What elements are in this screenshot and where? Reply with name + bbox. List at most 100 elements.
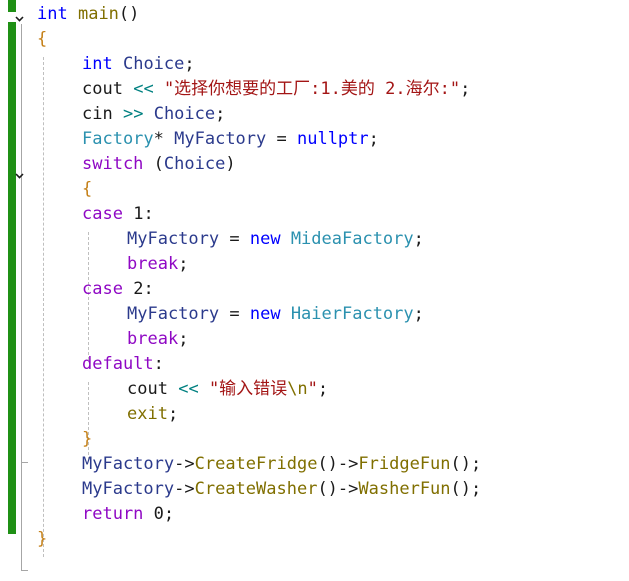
code-token: MyFactory (127, 229, 220, 249)
code-token: MyFactory (127, 304, 220, 324)
code-token: = (219, 229, 250, 249)
change-bar-main (8, 22, 16, 534)
code-line[interactable]: Factory* MyFactory = nullptr; (82, 127, 379, 152)
code-token: ; (184, 54, 195, 74)
code-line[interactable]: MyFactory = new MideaFactory; (127, 227, 424, 252)
collapse-chevron-switch[interactable] (13, 169, 26, 182)
code-token: ( (153, 154, 164, 174)
code-token: () (450, 454, 472, 474)
code-line[interactable]: { (37, 27, 47, 52)
code-line[interactable]: return 0; (82, 502, 174, 527)
code-token: ) (225, 154, 236, 174)
code-token: int (37, 4, 68, 24)
code-token: ; (413, 229, 424, 249)
code-token: -> (174, 479, 195, 499)
change-bar-top (8, 0, 16, 12)
code-token: Factory (82, 129, 154, 149)
code-token: default (82, 354, 154, 374)
code-token: = (219, 304, 250, 324)
code-line[interactable]: MyFactory = new HaierFactory; (127, 302, 424, 327)
code-token: case (82, 204, 123, 224)
code-token: ; (178, 254, 189, 274)
code-token: } (82, 429, 93, 449)
code-line[interactable]: MyFactory->CreateFridge()->FridgeFun(); (82, 452, 481, 477)
code-token: () (118, 4, 140, 24)
code-token: CreateFridge (194, 454, 318, 474)
code-token: cout (82, 79, 123, 99)
code-line[interactable]: default: (82, 352, 164, 377)
code-token: ; (215, 104, 226, 124)
code-token: ; (163, 504, 175, 524)
code-token: << (178, 379, 199, 399)
code-line[interactable]: } (37, 527, 47, 552)
code-token: \n (287, 379, 308, 399)
code-line[interactable]: exit; (127, 402, 178, 427)
code-token: () (317, 479, 338, 499)
code-token: WasherFun (358, 479, 451, 499)
code-token: ; (460, 79, 471, 99)
code-line[interactable]: cin >> Choice; (82, 102, 225, 127)
code-line[interactable]: switch (Choice) (82, 152, 236, 177)
code-line[interactable]: cout << "输入错误\n"; (127, 377, 328, 402)
code-token: ; (368, 129, 379, 149)
code-editor[interactable]: int main(){int Choice; cout << "选择你想要的工厂:… (0, 0, 629, 581)
code-token: MyFactory (82, 454, 175, 474)
code-line[interactable]: case 2: (82, 277, 154, 302)
indent-guide-level-1 (43, 57, 44, 557)
code-token: break (127, 254, 179, 274)
code-token: ; (317, 379, 329, 399)
code-token: new (249, 229, 281, 249)
code-token: new (249, 304, 281, 324)
code-token: 0 (153, 504, 164, 524)
code-token: () (317, 454, 338, 474)
code-line[interactable]: { (82, 177, 92, 202)
code-token: 2 (133, 279, 144, 299)
code-token: main (77, 4, 119, 24)
code-token: () (450, 479, 472, 499)
fold-rail (21, 24, 22, 570)
code-token: MyFactory (174, 129, 267, 149)
code-token: MideaFactory (290, 229, 414, 249)
code-token: 1 (133, 204, 144, 224)
code-token: -> (337, 454, 359, 474)
code-token: case (82, 279, 123, 299)
code-token: break (127, 329, 179, 349)
code-token: return (82, 504, 144, 524)
code-token: CreateWasher (194, 479, 318, 499)
code-token: HaierFactory (290, 304, 414, 324)
code-token: int (82, 54, 113, 74)
code-token: "输入错误 (208, 379, 288, 399)
collapse-chevron-main[interactable] (13, 12, 26, 25)
code-token: * (153, 129, 175, 149)
code-line[interactable]: break; (127, 327, 188, 352)
code-token: cin (82, 104, 113, 124)
code-token: "选择你想要的工厂:1.美的 2.海尔:" (163, 79, 461, 99)
code-token: " (307, 379, 318, 399)
code-token: { (82, 179, 93, 199)
code-line[interactable]: cout << "选择你想要的工厂:1.美的 2.海尔:"; (82, 77, 470, 102)
code-token: ; (178, 329, 189, 349)
code-line[interactable]: int Choice; (82, 52, 195, 77)
code-token: << (133, 79, 154, 99)
code-token: switch (82, 154, 144, 174)
code-token: cout (127, 379, 168, 399)
code-line[interactable]: case 1: (82, 202, 154, 227)
code-line[interactable]: int main() (37, 2, 139, 27)
code-line[interactable]: } (82, 427, 92, 452)
code-token: exit (127, 404, 168, 424)
code-line[interactable]: break; (127, 252, 188, 277)
code-line[interactable]: MyFactory->CreateWasher()->WasherFun(); (82, 477, 481, 502)
code-token: FridgeFun (358, 454, 451, 474)
code-token: MyFactory (82, 479, 175, 499)
